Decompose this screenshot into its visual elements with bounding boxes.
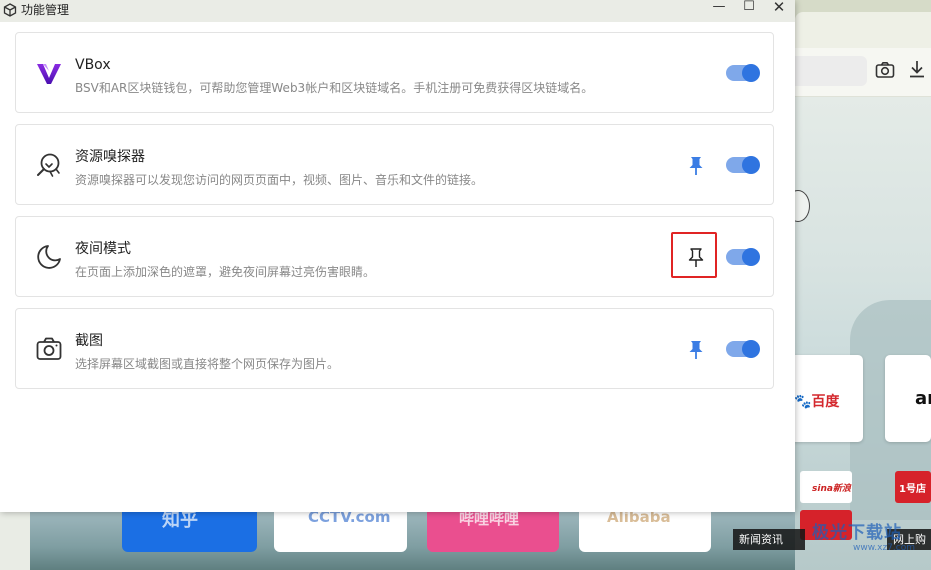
toggle-knob — [742, 64, 760, 82]
speed-dial-amazon[interactable]: an — [885, 355, 931, 442]
toggle-knob — [742, 156, 760, 174]
speed-dial-zhihu[interactable]: 知乎 — [122, 510, 257, 552]
speed-dial-bilibili[interactable]: 哔哩哔哩 — [427, 510, 559, 552]
feature-description: 资源嗅探器可以发现您访问的网页页面中，视频、图片、音乐和文件的链接。 — [75, 173, 484, 187]
baidu-label: 🐾百度 — [794, 394, 840, 410]
feature-description: 选择屏幕区域截图或直接将整个网页保存为图片。 — [75, 357, 340, 371]
feature-title: 资源嗅探器 — [75, 149, 145, 165]
watermark-url: www.xz7.com — [853, 543, 915, 553]
minimize-button[interactable]: — — [705, 0, 733, 16]
titlebar[interactable]: 功能管理 — ☐ ✕ — [0, 0, 795, 22]
feature-card-sniffer: 资源嗅探器 资源嗅探器可以发现您访问的网页页面中，视频、图片、音乐和文件的链接。 — [15, 124, 774, 205]
feature-description: 在页面上添加深色的遮罩，避免夜间屏幕过亮伤害眼睛。 — [75, 265, 376, 279]
watermark: 极光下载站 — [812, 523, 902, 543]
cube-icon — [3, 3, 17, 17]
speed-dial-cctv[interactable]: CCTV.com — [274, 508, 407, 552]
window-title: 功能管理 — [21, 3, 70, 17]
feature-description: BSV和AR区块链钱包，可帮助您管理Web3帐户和区块链域名。手机注册可免费获得… — [75, 81, 594, 95]
sina-label: sina新浪 — [812, 484, 851, 494]
speed-dial-sina[interactable]: sina新浪 — [800, 471, 852, 503]
caption-news[interactable]: 新闻资讯 — [733, 529, 805, 550]
pin-outline-icon[interactable] — [687, 248, 705, 268]
vbox-logo-icon — [37, 64, 61, 84]
camera-icon — [36, 337, 62, 360]
feature-toggle[interactable] — [726, 340, 760, 358]
browser-tab[interactable] — [795, 12, 931, 48]
amazon-label: an — [915, 388, 931, 409]
feature-manager-dialog: 功能管理 — ☐ ✕ VBox BSV和AR区块链钱包，可帮助您管理Web3帐户… — [0, 0, 795, 512]
pin-icon[interactable] — [687, 340, 705, 360]
feature-card-vbox: VBox BSV和AR区块链钱包，可帮助您管理Web3帐户和区块链域名。手机注册… — [15, 32, 774, 113]
feature-card-night-mode: 夜间模式 在页面上添加深色的遮罩，避免夜间屏幕过亮伤害眼睛。 — [15, 216, 774, 297]
feature-card-screenshot: 截图 选择屏幕区域截图或直接将整个网页保存为图片。 — [15, 308, 774, 389]
feature-title: 夜间模式 — [75, 241, 131, 257]
yhd-label: 1号店 — [899, 484, 926, 495]
feature-toggle[interactable] — [726, 248, 760, 266]
feature-title: 截图 — [75, 333, 103, 349]
toggle-knob — [742, 340, 760, 358]
download-icon[interactable] — [906, 59, 928, 81]
pin-icon[interactable] — [687, 156, 705, 176]
address-bar[interactable] — [795, 56, 867, 86]
speed-dial-baidu[interactable]: 🐾百度 — [790, 355, 863, 442]
speed-dial-alibaba[interactable]: Alibaba — [579, 508, 711, 552]
feature-toggle[interactable] — [726, 156, 760, 174]
sniffer-icon — [37, 153, 60, 177]
screenshot-icon[interactable] — [874, 61, 896, 81]
maximize-button[interactable]: ☐ — [735, 0, 763, 16]
feature-toggle[interactable] — [726, 64, 760, 82]
toggle-knob — [742, 248, 760, 266]
feature-title: VBox — [75, 57, 111, 73]
close-button[interactable]: ✕ — [765, 0, 793, 16]
speed-dial-yhd[interactable]: 1号店 — [895, 471, 931, 503]
moon-icon — [37, 245, 61, 269]
